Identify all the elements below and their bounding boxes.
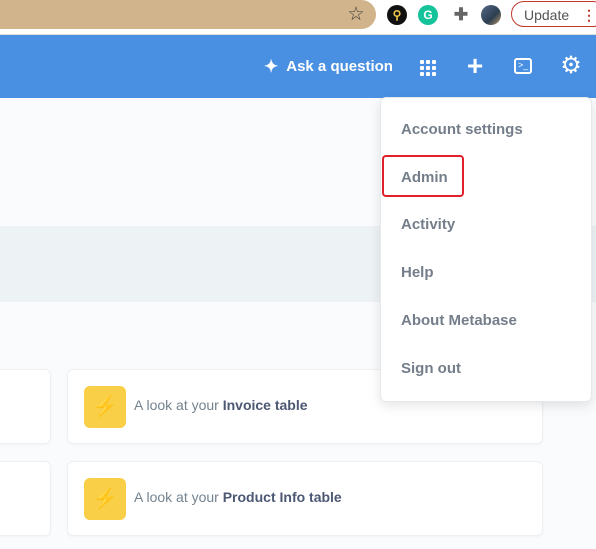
- partial-card[interactable]: [0, 369, 51, 444]
- gear-icon[interactable]: ⚙: [558, 52, 584, 80]
- xray-card-product-info[interactable]: ⚡ A look at your Product Info table: [67, 461, 543, 536]
- lightning-bolt-icon: ⚡: [84, 386, 126, 428]
- menu-item-account-settings[interactable]: Account settings: [401, 121, 523, 138]
- plus-icon[interactable]: +: [462, 52, 488, 80]
- menu-item-about-metabase[interactable]: About Metabase: [401, 312, 517, 329]
- sparkle-icon: ✦: [264, 57, 279, 76]
- lens-extension-icon[interactable]: ⚲: [387, 5, 407, 25]
- profile-avatar[interactable]: [481, 5, 501, 25]
- menu-item-help[interactable]: Help: [401, 264, 434, 281]
- sql-editor-icon[interactable]: >_: [510, 52, 536, 80]
- ask-question-label: Ask a question: [286, 58, 393, 75]
- bookmark-star-icon[interactable]: ☆: [344, 3, 368, 27]
- card-prefix: A look at your: [134, 397, 219, 413]
- card-table-name: Invoice table: [222, 397, 308, 413]
- update-button[interactable]: Update ⋮: [511, 1, 596, 27]
- admin-highlight-box: [382, 155, 464, 197]
- card-prefix: A look at your: [134, 489, 219, 505]
- top-navigation-bar: ✦ Ask a question + >_ ⚙: [0, 35, 596, 98]
- update-label: Update: [524, 7, 570, 23]
- lightning-bolt-icon: ⚡: [84, 478, 126, 520]
- card-label: A look at your Invoice table: [134, 397, 308, 413]
- menu-item-sign-out[interactable]: Sign out: [401, 360, 461, 377]
- card-label: A look at your Product Info table: [134, 489, 342, 505]
- menu-item-activity[interactable]: Activity: [401, 216, 455, 233]
- browser-toolbar: ☆ ⚲ G ✚ Update ⋮: [0, 0, 596, 35]
- settings-dropdown-menu: Account settings Admin Activity Help Abo…: [380, 97, 592, 402]
- grammarly-icon[interactable]: G: [418, 5, 438, 25]
- partial-card[interactable]: [0, 461, 51, 536]
- address-bar[interactable]: [0, 0, 376, 29]
- browser-menu-icon[interactable]: ⋮: [582, 2, 596, 28]
- puzzle-icon[interactable]: ✚: [451, 5, 471, 25]
- apps-grid-icon[interactable]: [415, 52, 441, 80]
- card-table-name: Product Info table: [222, 489, 342, 505]
- ask-question-button[interactable]: ✦ Ask a question: [264, 53, 393, 81]
